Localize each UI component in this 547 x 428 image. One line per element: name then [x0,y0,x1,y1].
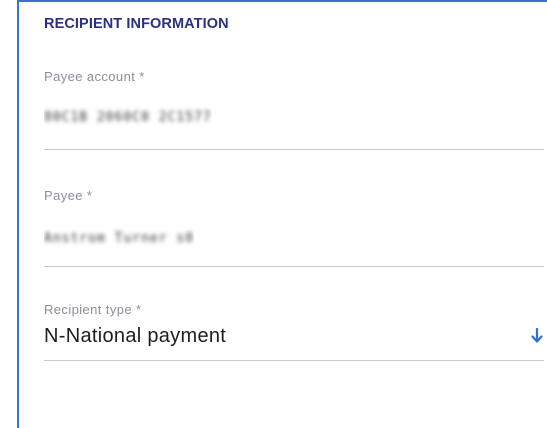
recipient-type-underline [44,360,544,361]
card-border-left [17,0,19,428]
payee-value-wrapper[interactable]: Anstrom Turner s0 [44,226,194,248]
payee-account-label: Payee account * [44,69,145,84]
payee-account-value-wrapper[interactable]: 80C1B 2060C0 2C1577 [44,105,212,127]
payee-label: Payee * [44,188,93,203]
recipient-type-label: Recipient type * [44,302,142,317]
payee-field[interactable]: Payee * Anstrom Turner s0 [44,188,544,268]
payee-account-value[interactable]: 80C1B 2060C0 2C1577 [44,107,212,127]
payee-value[interactable]: Anstrom Turner s0 [44,228,194,248]
section-title: RECIPIENT INFORMATION [44,16,229,32]
payee-account-underline [44,149,544,150]
payee-account-field[interactable]: Payee account * 80C1B 2060C0 2C1577 [44,69,544,151]
recipient-type-select[interactable]: Recipient type * N-National payment [44,302,544,364]
card-border-top [17,0,547,2]
payee-underline [44,266,544,267]
arrow-down-icon[interactable] [530,327,544,345]
recipient-type-value[interactable]: N-National payment [44,323,226,349]
